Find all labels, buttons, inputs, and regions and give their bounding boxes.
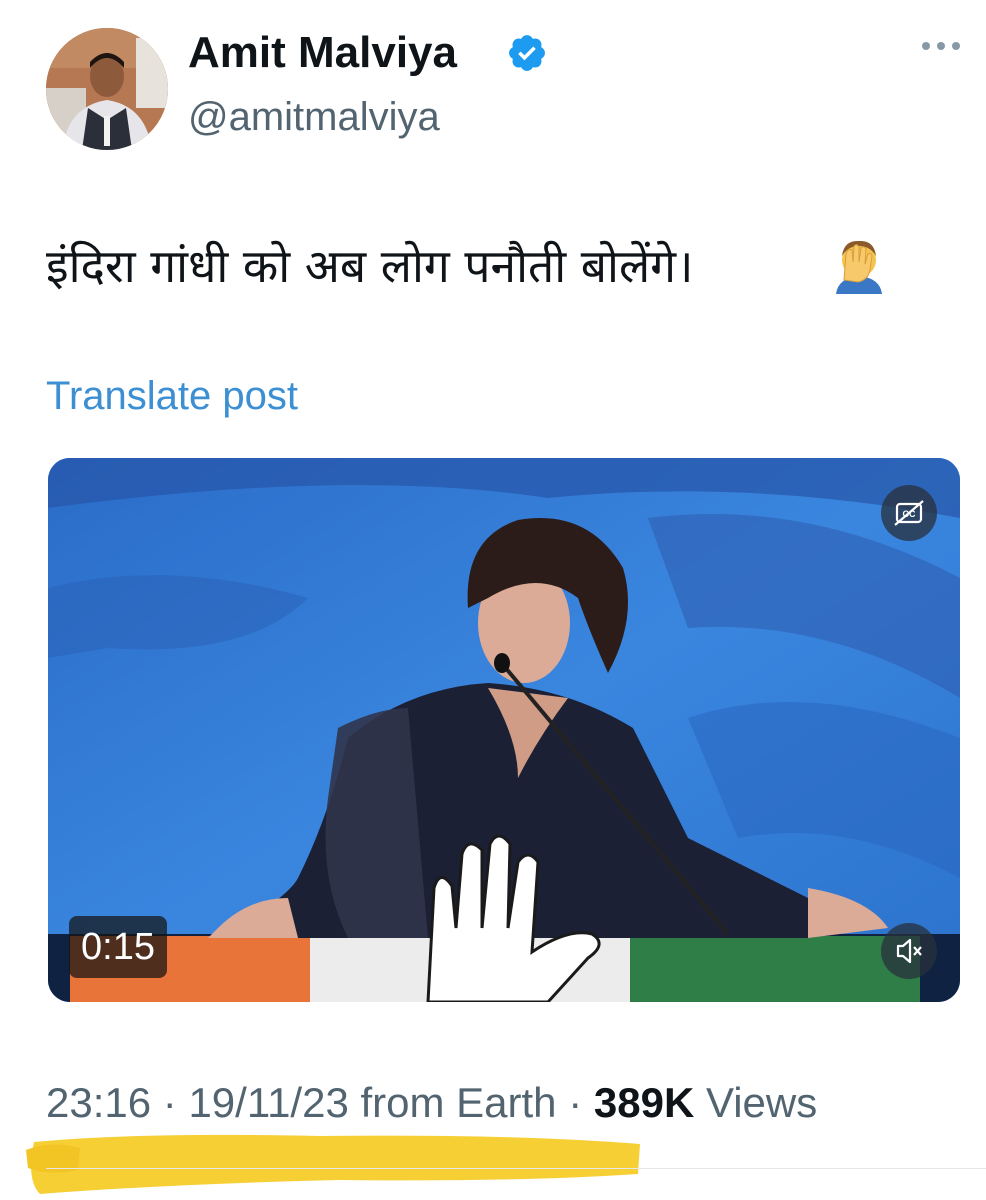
video-player[interactable]: CC 0:15 bbox=[48, 458, 960, 1002]
post-source: from Earth bbox=[360, 1079, 557, 1126]
muted-speaker-icon bbox=[896, 938, 922, 964]
video-frame bbox=[48, 458, 960, 1002]
author-name[interactable]: Amit Malviya bbox=[188, 26, 457, 80]
closed-captions-button[interactable]: CC bbox=[881, 485, 937, 541]
translate-post-link[interactable]: Translate post bbox=[46, 370, 298, 422]
mute-toggle-button[interactable] bbox=[881, 923, 937, 979]
post-date[interactable]: 19/11/23 bbox=[188, 1079, 348, 1126]
divider bbox=[46, 1168, 986, 1169]
views-label: Views bbox=[705, 1079, 818, 1126]
more-dot bbox=[937, 42, 945, 50]
verified-badge-icon bbox=[509, 35, 545, 71]
video-duration: 0:15 bbox=[69, 916, 167, 978]
author-avatar[interactable] bbox=[46, 28, 168, 150]
more-options-icon[interactable] bbox=[922, 36, 960, 56]
more-dot bbox=[952, 42, 960, 50]
more-dot bbox=[922, 42, 930, 50]
post-text: इंदिरा गांधी को अब लोग पनौती बोलेंगे। bbox=[46, 239, 694, 293]
views-count[interactable]: 389K bbox=[594, 1079, 694, 1126]
highlight-stroke bbox=[26, 1134, 641, 1194]
post-time[interactable]: 23:16 bbox=[46, 1079, 151, 1126]
author-handle[interactable]: @amitmalviya bbox=[188, 92, 440, 142]
face-palm-emoji bbox=[836, 240, 882, 294]
closed-captions-icon: CC bbox=[894, 500, 924, 526]
